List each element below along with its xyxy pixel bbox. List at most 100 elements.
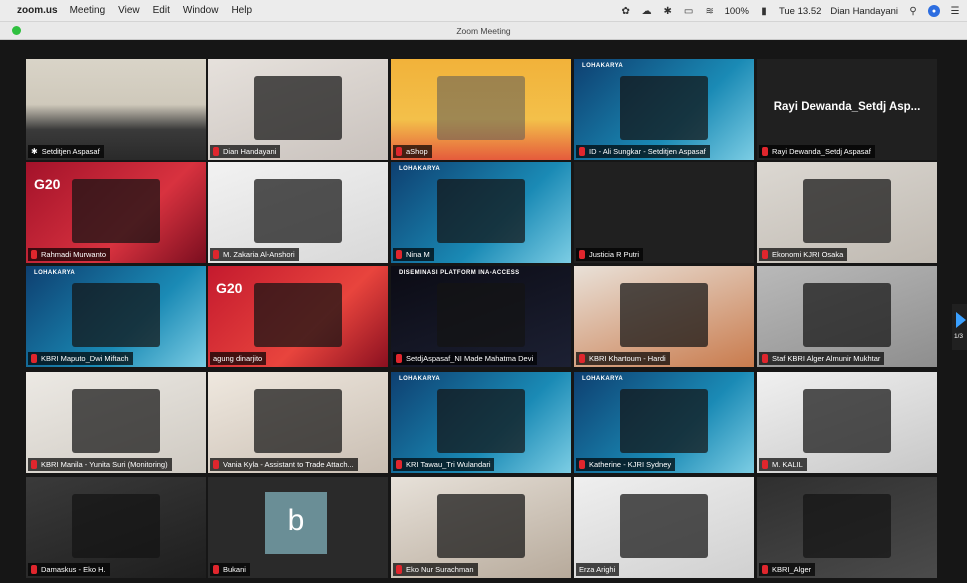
- redacted-face: [72, 282, 160, 347]
- participant-name: KBRI Maputo_Dwi Miftach: [41, 354, 129, 363]
- redacted-face: [437, 493, 525, 558]
- participant-tile[interactable]: KBRI Manila - Yunita Suri (Monitoring): [26, 372, 206, 473]
- participant-name-label: ID - Ali Sungkar - Setditjen Aspasaf: [576, 145, 710, 158]
- slide-banner: LOHAKARYA: [582, 63, 624, 69]
- mic-muted-icon: [762, 565, 768, 574]
- mic-muted-icon: [396, 354, 402, 363]
- arrow-right-icon: [956, 312, 966, 328]
- g20-logo: G20: [216, 280, 243, 296]
- redacted-face: [72, 178, 160, 243]
- redacted-face: [620, 388, 708, 453]
- participant-tile[interactable]: Damaskus - Eko H.: [26, 477, 206, 578]
- participant-tile[interactable]: LOHAKARYA KBRI Maputo_Dwi Miftach: [26, 266, 206, 367]
- participant-name: Dian Handayani: [223, 147, 277, 156]
- siri-icon[interactable]: ●: [928, 5, 940, 17]
- mic-muted-icon: [762, 250, 768, 259]
- participant-tile[interactable]: KBRI Khartoum - Hardi: [574, 266, 754, 367]
- mic-muted-icon: [762, 354, 768, 363]
- participant-tile[interactable]: Justicia R Putri: [574, 162, 754, 263]
- status-area: ✿ ☁ ✱ ▭ ≋ 100% ▮ Tue 13.52 Dian Handayan…: [620, 0, 961, 22]
- battery-percent: 100%: [724, 5, 749, 17]
- participant-name: Nina M: [406, 250, 430, 259]
- participant-name: KBRI_Alger: [772, 565, 812, 574]
- mic-muted-icon: [579, 354, 585, 363]
- window-title: Zoom Meeting: [456, 26, 511, 36]
- participant-name-label: Staf KBRI Alger Almunir Mukhtar: [759, 352, 885, 365]
- mic-muted-icon: [31, 250, 37, 259]
- page-indicator: 1/3: [954, 333, 964, 340]
- participant-name: Vania Kyla - Assistant to Trade Attach..…: [223, 460, 354, 469]
- participant-tile[interactable]: G20 Rahmadi Murwanto: [26, 162, 206, 263]
- menu-view[interactable]: View: [118, 5, 140, 16]
- redacted-face: [437, 178, 525, 243]
- mic-muted-icon: [213, 565, 219, 574]
- participant-tile[interactable]: M. Zakaria Al-Anshori: [208, 162, 388, 263]
- mic-muted-icon: [579, 460, 585, 469]
- wifi-icon[interactable]: ≋: [704, 5, 716, 17]
- next-page-button[interactable]: 1/3: [952, 304, 967, 350]
- menu-meeting[interactable]: Meeting: [70, 5, 106, 16]
- battery-icon[interactable]: ▮: [758, 5, 770, 17]
- display-icon[interactable]: ▭: [683, 5, 695, 17]
- participant-name-label: Justicia R Putri: [576, 248, 644, 261]
- participant-name-label: KBRI_Alger: [759, 563, 816, 576]
- control-center-icon[interactable]: ☰: [949, 5, 961, 17]
- participant-tile[interactable]: Ekonomi KJRI Osaka: [757, 162, 937, 263]
- redacted-face: [620, 493, 708, 558]
- cloud-icon[interactable]: ☁: [641, 5, 653, 17]
- participant-name: Rayi Dewanda_Setdj Aspasaf: [772, 147, 871, 156]
- mic-muted-icon: [762, 147, 768, 156]
- window-control-icon[interactable]: [12, 26, 21, 35]
- slide-banner: DISEMINASI PLATFORM INA-ACCESS: [399, 270, 520, 276]
- app-menu[interactable]: zoom.us: [17, 5, 58, 16]
- mic-muted-icon: [396, 460, 402, 469]
- participant-name-label: Erza Arighi: [576, 563, 620, 576]
- menu-help[interactable]: Help: [231, 5, 252, 16]
- participant-tile[interactable]: aShop: [391, 59, 571, 160]
- avatar: b: [265, 492, 327, 554]
- participant-tile[interactable]: LOHAKARYA Nina M: [391, 162, 571, 263]
- clock[interactable]: Tue 13.52: [779, 6, 821, 17]
- participant-tile[interactable]: Vania Kyla - Assistant to Trade Attach..…: [208, 372, 388, 473]
- redacted-face: [803, 388, 891, 453]
- participant-tile[interactable]: ✱ Setditjen Aspasaf: [26, 59, 206, 160]
- redacted-face: [803, 493, 891, 558]
- participant-tile[interactable]: KBRI_Alger: [757, 477, 937, 578]
- participant-tile[interactable]: b Bukani: [208, 477, 388, 578]
- participant-tile[interactable]: DISEMINASI PLATFORM INA-ACCESS SetdjAspas…: [391, 266, 571, 367]
- redacted-face: [254, 388, 342, 453]
- mic-muted-icon: [213, 460, 219, 469]
- participant-tile[interactable]: Eko Nur Surachman: [391, 477, 571, 578]
- search-icon[interactable]: ⚲: [907, 5, 919, 17]
- participant-name: agung dinarjito: [213, 354, 263, 363]
- participant-tile[interactable]: Dian Handayani: [208, 59, 388, 160]
- extension-icon[interactable]: ✿: [620, 5, 632, 17]
- participant-name: ID - Ali Sungkar - Setditjen Aspasaf: [589, 147, 706, 156]
- menu-edit[interactable]: Edit: [153, 5, 170, 16]
- participant-name-label: M. Zakaria Al-Anshori: [210, 248, 299, 261]
- participant-tile[interactable]: LOHAKARYA ID - Ali Sungkar - Setditjen As…: [574, 59, 754, 160]
- redacted-face: [437, 282, 525, 347]
- participant-tile[interactable]: Erza Arighi: [574, 477, 754, 578]
- participant-tile[interactable]: Staf KBRI Alger Almunir Mukhtar: [757, 266, 937, 367]
- participant-tile[interactable]: LOHAKARYA Katherine - KJRI Sydney: [574, 372, 754, 473]
- slide-banner: LOHAKARYA: [582, 376, 624, 382]
- user-name[interactable]: Dian Handayani: [830, 6, 898, 17]
- slide-banner: LOHAKARYA: [34, 270, 76, 276]
- participant-name-label: SetdjAspasaf_NI Made Mahatma Devi: [393, 352, 538, 365]
- menu-window[interactable]: Window: [183, 5, 219, 16]
- participant-name: Rahmadi Murwanto: [41, 250, 107, 259]
- participant-tile[interactable]: LOHAKARYA KRI Tawau_Tri Wulandari: [391, 372, 571, 473]
- participant-name-label: Bukani: [210, 563, 250, 576]
- redacted-face: [620, 282, 708, 347]
- participant-tile[interactable]: M. KALIL: [757, 372, 937, 473]
- participant-name: Katherine - KJRI Sydney: [589, 460, 672, 469]
- redacted-face: [254, 75, 342, 140]
- participant-tile[interactable]: Rayi Dewanda_Setdj Asp... Rayi Dewanda_Se…: [757, 59, 937, 160]
- participant-name-label: agung dinarjito: [210, 352, 267, 365]
- participant-tile[interactable]: G20 agung dinarjito: [208, 266, 388, 367]
- participant-name-label: Rahmadi Murwanto: [28, 248, 111, 261]
- bluetooth-icon[interactable]: ✱: [662, 5, 674, 17]
- participant-name: SetdjAspasaf_NI Made Mahatma Devi: [406, 354, 534, 363]
- g20-logo: G20: [34, 176, 61, 192]
